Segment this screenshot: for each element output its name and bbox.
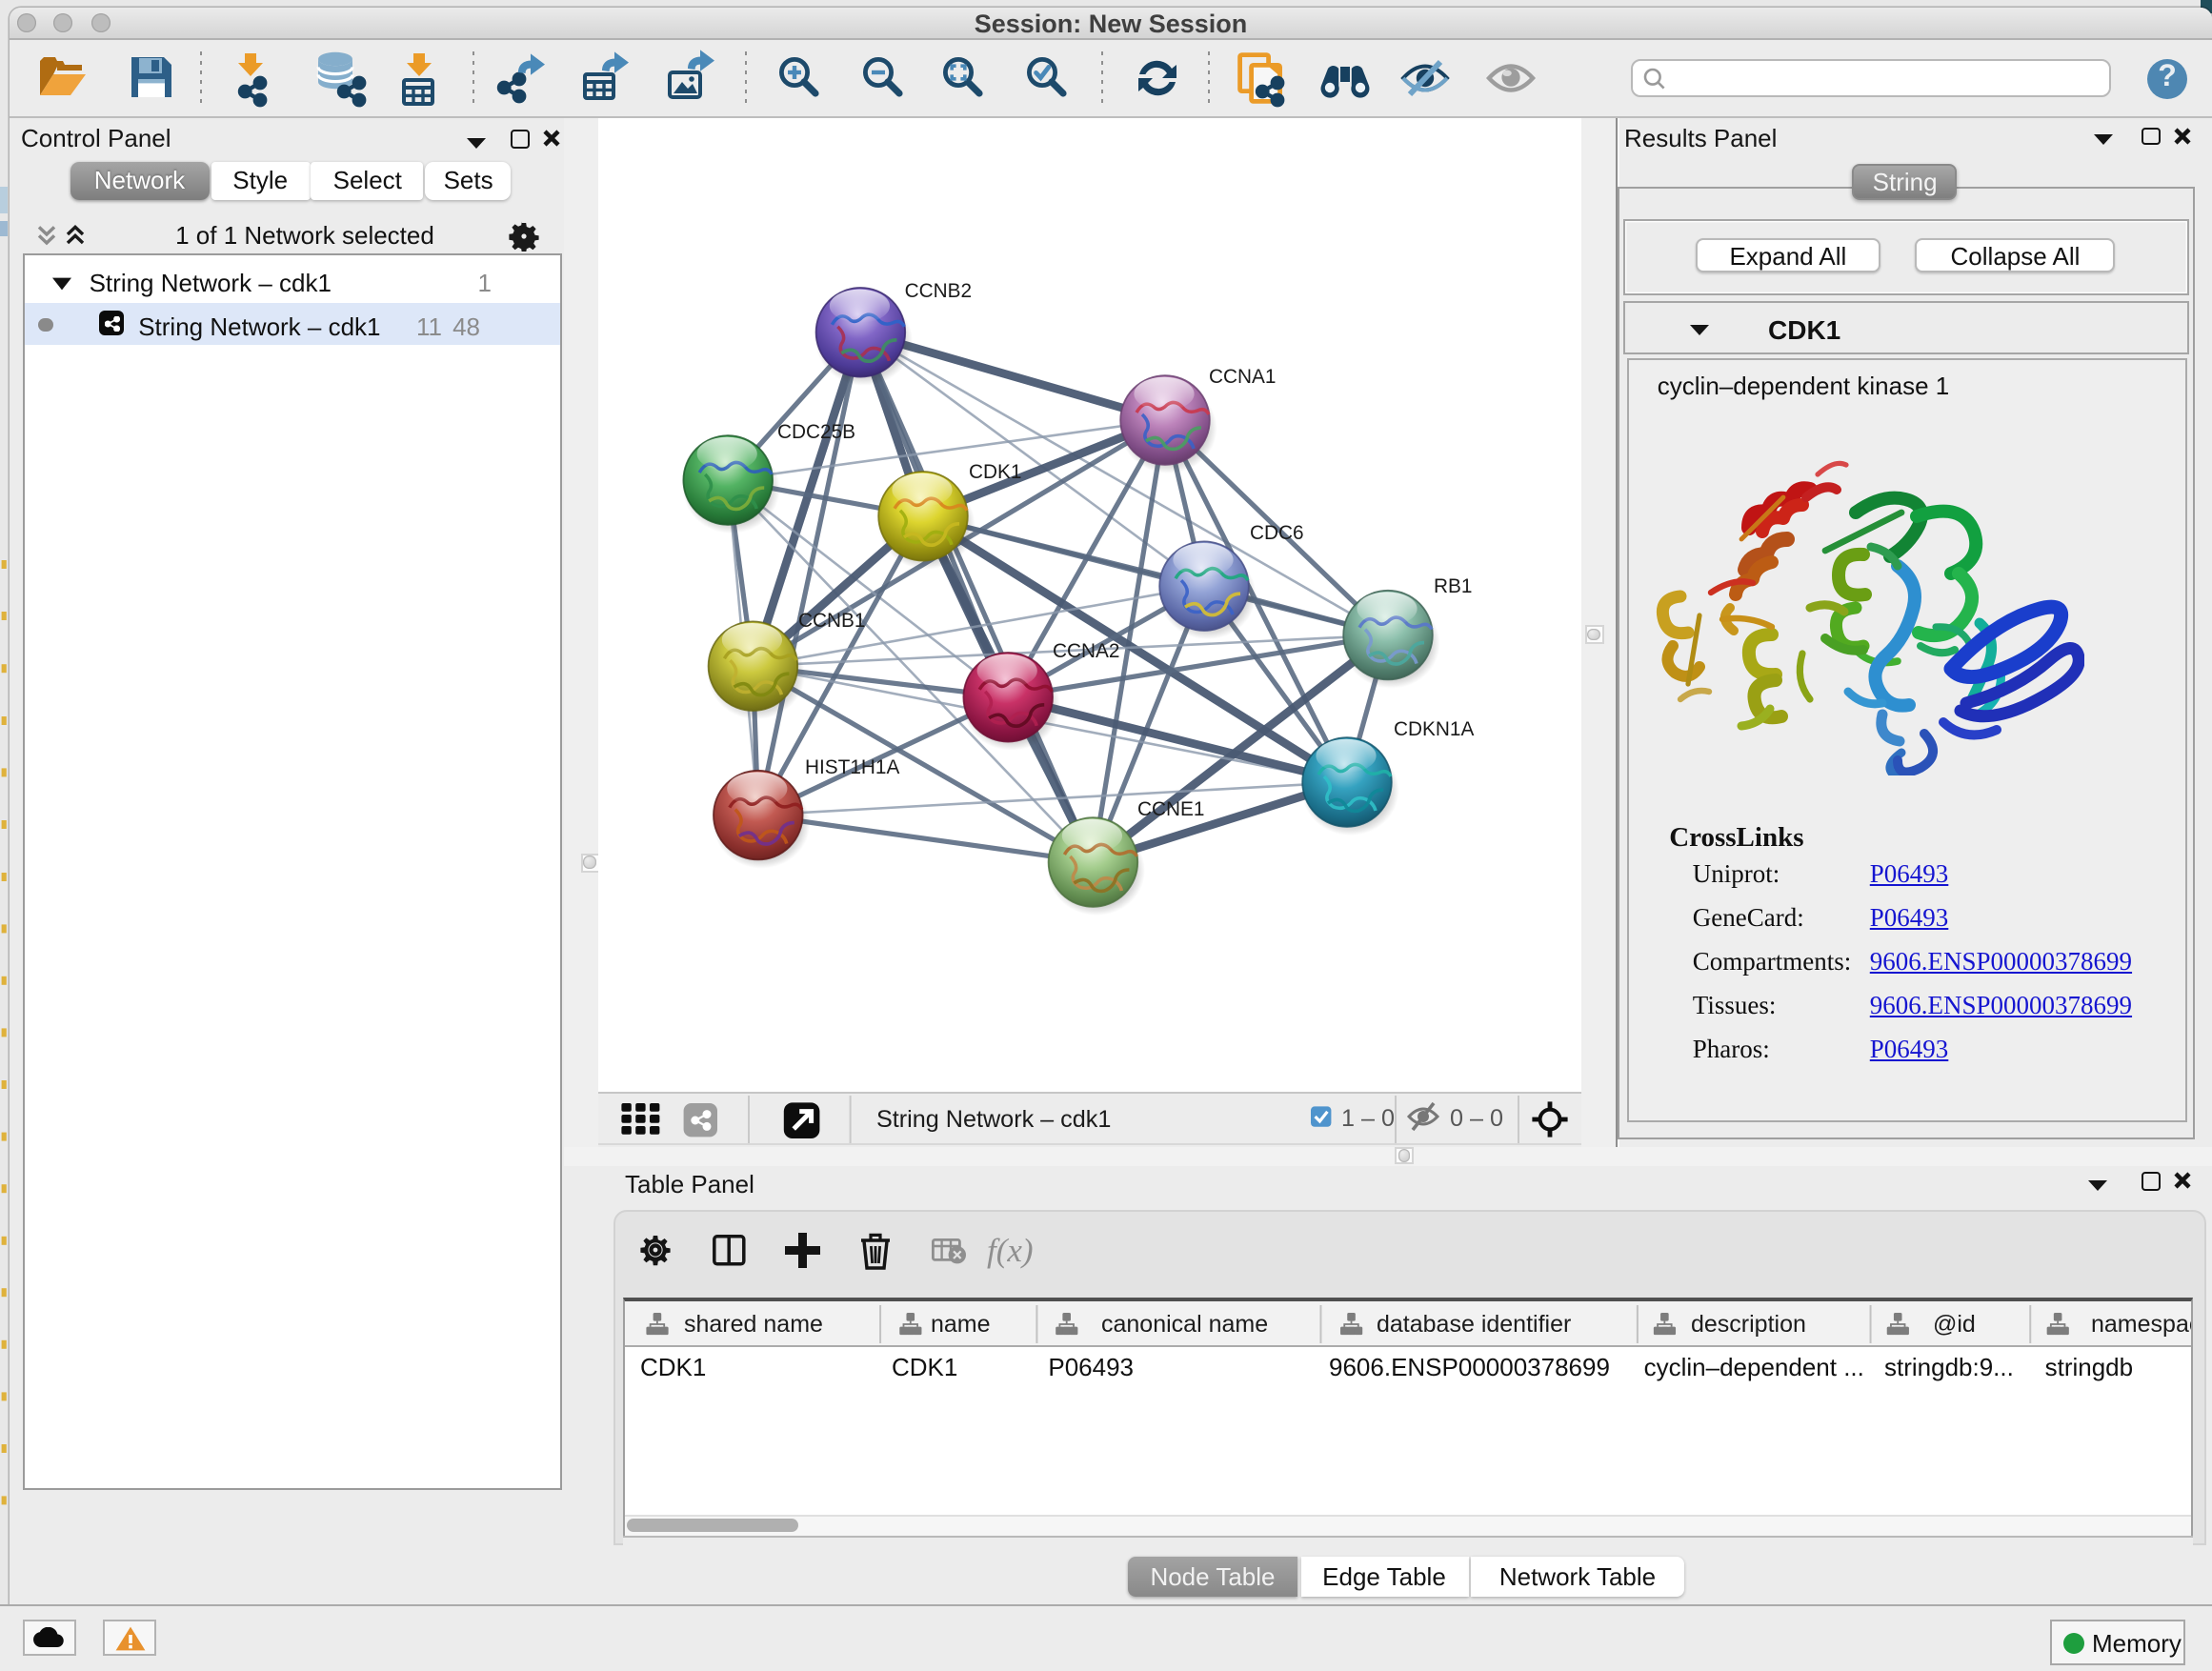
svg-text:0 – 0: 0 – 0 [1450,1106,1503,1133]
svg-text:1 – 0: 1 – 0 [1341,1106,1395,1133]
svg-text:f(x): f(x) [986,1232,1033,1269]
svg-text:String Network – cdk1: String Network – cdk1 [876,1107,1111,1134]
